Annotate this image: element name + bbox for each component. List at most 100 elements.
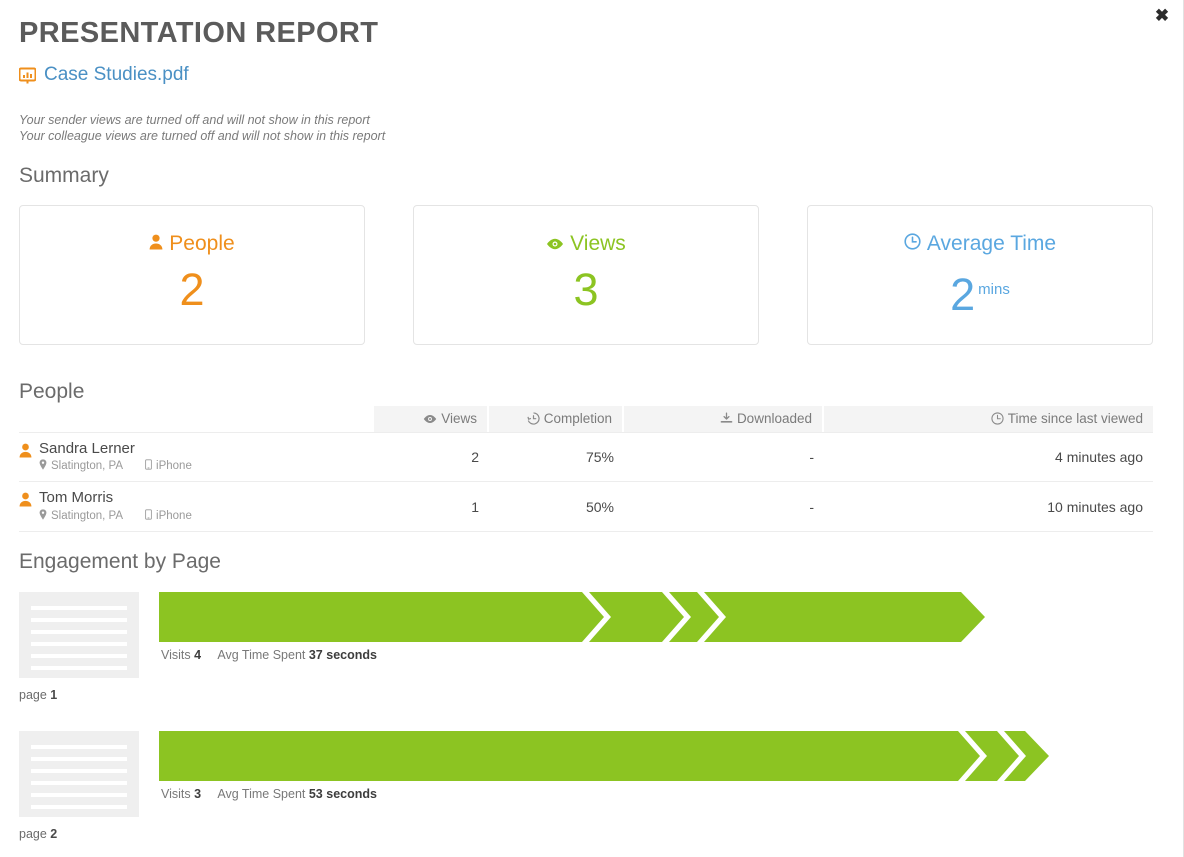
page-word: page bbox=[19, 827, 47, 841]
thumb-line bbox=[31, 805, 127, 809]
person-text: Tom Morris Slatington, PA bbox=[39, 489, 192, 523]
table-header-row: Views Completion bbox=[19, 406, 1153, 432]
person-name: Tom Morris bbox=[39, 489, 192, 506]
person-block: Sandra Lerner Slatington, PA bbox=[19, 440, 364, 474]
column-header-views[interactable]: Views bbox=[374, 406, 489, 432]
summary-card-average-time-value: 2mins bbox=[808, 262, 1152, 323]
average-time-unit: mins bbox=[978, 281, 1010, 298]
column-header-time-label: Time since last viewed bbox=[1008, 411, 1143, 426]
cell-downloaded: - bbox=[624, 432, 824, 482]
document-name-link[interactable]: Case Studies.pdf bbox=[44, 64, 189, 86]
engagement-bar bbox=[159, 731, 1119, 781]
person-icon bbox=[19, 440, 32, 461]
summary-section-title: Summary bbox=[19, 164, 109, 188]
presentation-chart-icon bbox=[19, 67, 36, 84]
people-table-body: Sandra Lerner Slatington, PA bbox=[19, 432, 1153, 532]
bar-body bbox=[159, 731, 1049, 781]
avg-time-value: 53 seconds bbox=[309, 787, 377, 801]
engagement-section-title: Engagement by Page bbox=[19, 550, 221, 574]
person-device: iPhone bbox=[156, 460, 192, 473]
summary-card-views-label: Views bbox=[570, 232, 626, 256]
people-section-title: People bbox=[19, 380, 84, 404]
cell-downloaded: - bbox=[624, 482, 824, 531]
avg-time-label: Avg Time Spent bbox=[217, 648, 305, 662]
thumb-line bbox=[31, 630, 127, 634]
summary-card-views-value: 3 bbox=[414, 262, 758, 318]
column-header-downloaded[interactable]: Downloaded bbox=[624, 406, 824, 432]
visits-label: Visits bbox=[161, 648, 191, 662]
summary-card-average-time-head: Average Time bbox=[808, 232, 1152, 256]
summary-card-people-head: People bbox=[20, 232, 364, 256]
location-pin-icon bbox=[39, 459, 47, 474]
person-cell: Sandra Lerner Slatington, PA bbox=[19, 432, 374, 482]
page-label: page 2 bbox=[19, 827, 57, 841]
cell-completion: 75% bbox=[489, 432, 624, 482]
thumb-line bbox=[31, 666, 127, 670]
colleague-views-notice: Your colleague views are turned off and … bbox=[19, 128, 385, 144]
thumb-line bbox=[31, 606, 127, 610]
eye-icon bbox=[423, 411, 441, 426]
avg-time-value: 37 seconds bbox=[309, 648, 377, 662]
thumb-line bbox=[31, 618, 127, 622]
engagement-stats: Visits 3 Avg Time Spent 53 seconds bbox=[161, 787, 377, 801]
page-thumbnail[interactable] bbox=[19, 731, 139, 817]
summary-cards: People 2 Views 3 bbox=[19, 205, 1153, 345]
column-header-downloaded-label: Downloaded bbox=[737, 411, 812, 426]
clock-icon bbox=[991, 411, 1008, 426]
average-time-number: 2 bbox=[950, 269, 975, 320]
thumb-line bbox=[31, 793, 127, 797]
column-header-views-label: Views bbox=[441, 411, 477, 426]
summary-card-views: Views 3 bbox=[413, 205, 759, 345]
person-meta: Slatington, PA iPhone bbox=[39, 509, 192, 524]
mobile-device-icon bbox=[145, 509, 152, 524]
person-name: Sandra Lerner bbox=[39, 440, 192, 457]
column-header-time-since-last-viewed[interactable]: Time since last viewed bbox=[824, 406, 1153, 432]
summary-card-people: People 2 bbox=[19, 205, 365, 345]
visits-value: 4 bbox=[194, 648, 201, 662]
person-icon bbox=[19, 489, 32, 510]
engagement-bar bbox=[159, 592, 1059, 642]
people-table: Views Completion bbox=[19, 406, 1153, 532]
cell-views: 2 bbox=[374, 432, 489, 482]
close-icon[interactable]: ✖ bbox=[1153, 7, 1171, 25]
person-meta: Slatington, PA iPhone bbox=[39, 459, 192, 474]
page-label: page 1 bbox=[19, 688, 57, 702]
engagement-bar-graphic bbox=[159, 731, 1119, 781]
page-word: page bbox=[19, 688, 47, 702]
thumb-line bbox=[31, 642, 127, 646]
column-header-completion[interactable]: Completion bbox=[489, 406, 624, 432]
cell-views: 1 bbox=[374, 482, 489, 531]
location-pin-icon bbox=[39, 509, 47, 524]
summary-card-people-label: People bbox=[169, 232, 234, 256]
summary-card-views-head: Views bbox=[414, 232, 758, 256]
person-location: Slatington, PA bbox=[51, 510, 123, 523]
cell-last-viewed: 10 minutes ago bbox=[824, 482, 1153, 531]
table-row[interactable]: Sandra Lerner Slatington, PA bbox=[19, 432, 1153, 482]
report-page: ✖ PRESENTATION REPORT Case Studies.pdf Y… bbox=[0, 0, 1184, 857]
person-location: Slatington, PA bbox=[51, 460, 123, 473]
table-row[interactable]: Tom Morris Slatington, PA bbox=[19, 482, 1153, 531]
people-table-header: Views Completion bbox=[19, 406, 1153, 432]
person-icon bbox=[149, 232, 163, 256]
bar-body bbox=[159, 592, 985, 642]
column-header-name[interactable] bbox=[19, 406, 374, 432]
eye-icon bbox=[546, 232, 564, 256]
thumb-line bbox=[31, 745, 127, 749]
notices-block: Your sender views are turned off and wil… bbox=[19, 112, 385, 144]
page-number: 2 bbox=[50, 827, 57, 841]
person-text: Sandra Lerner Slatington, PA bbox=[39, 440, 192, 474]
summary-card-average-time: Average Time 2mins bbox=[807, 205, 1153, 345]
page-number: 1 bbox=[50, 688, 57, 702]
column-header-completion-label: Completion bbox=[544, 411, 612, 426]
engagement-stats: Visits 4 Avg Time Spent 37 seconds bbox=[161, 648, 377, 662]
document-link-row: Case Studies.pdf bbox=[19, 64, 189, 86]
thumb-line bbox=[31, 654, 127, 658]
thumb-line bbox=[31, 769, 127, 773]
cell-last-viewed: 4 minutes ago bbox=[824, 432, 1153, 482]
download-icon bbox=[720, 411, 737, 426]
summary-card-people-value: 2 bbox=[20, 262, 364, 318]
page-title: PRESENTATION REPORT bbox=[19, 17, 378, 50]
thumb-line bbox=[31, 757, 127, 761]
page-thumbnail[interactable] bbox=[19, 592, 139, 678]
person-cell: Tom Morris Slatington, PA bbox=[19, 482, 374, 531]
